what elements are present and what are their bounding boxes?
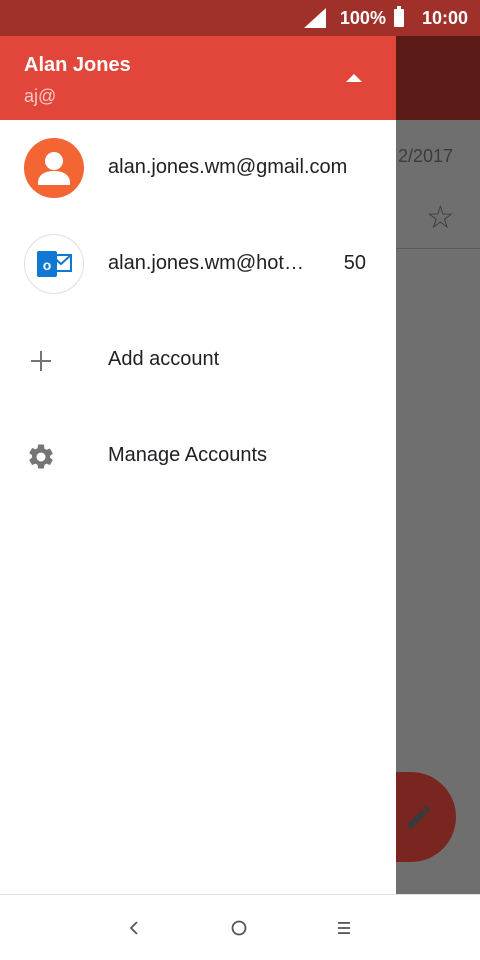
svg-text:o: o [43,257,52,273]
battery-icon [393,6,404,27]
manage-accounts-item[interactable]: Manage Accounts [0,408,396,504]
account-email-label: alan.jones.wm@hot… [108,252,304,274]
background-toolbar [396,36,480,120]
background-app[interactable]: 2/2017 ☆ [396,36,480,894]
navigation-drawer: Alan Jones aj@ alan.jones.wm@gmail.com o… [0,36,396,894]
add-account-item[interactable]: Add account [0,312,396,408]
pencil-icon [407,805,431,829]
account-toggle-button[interactable] [338,68,370,88]
background-date: 2/2017 [398,146,454,166]
system-nav-bar [0,894,480,960]
recents-icon [338,922,350,934]
account-item-gmail[interactable]: alan.jones.wm@gmail.com [0,120,396,216]
back-button[interactable] [119,913,149,943]
person-avatar-icon [24,138,84,198]
drawer-header[interactable]: Alan Jones aj@ [0,36,396,120]
manage-accounts-label: Manage Accounts [108,444,267,466]
clock: 10:00 [421,7,468,28]
home-icon [231,920,247,936]
battery-percent: 100% [339,7,386,28]
caret-up-icon [346,74,362,82]
account-item-outlook[interactable]: o alan.jones.wm@hot… 50 [0,216,396,312]
back-icon [129,921,138,935]
recents-button[interactable] [329,913,359,943]
account-email: aj@ [24,86,57,106]
status-bar: 100% 10:00 [0,0,480,36]
plus-icon [31,351,51,371]
gear-icon [29,444,53,469]
star-outline-icon: ☆ [426,199,455,235]
account-email-label: alan.jones.wm@gmail.com [108,156,348,178]
compose-fab[interactable] [396,772,456,862]
unread-count-badge: 50 [343,252,366,274]
add-account-label: Add account [108,348,220,370]
status-icons: 100% 10:00 [303,0,468,36]
account-name: Alan Jones [24,54,131,76]
background-divider [396,248,480,249]
outlook-icon: o [24,234,84,294]
home-button[interactable] [224,913,254,943]
signal-icon [303,8,326,28]
